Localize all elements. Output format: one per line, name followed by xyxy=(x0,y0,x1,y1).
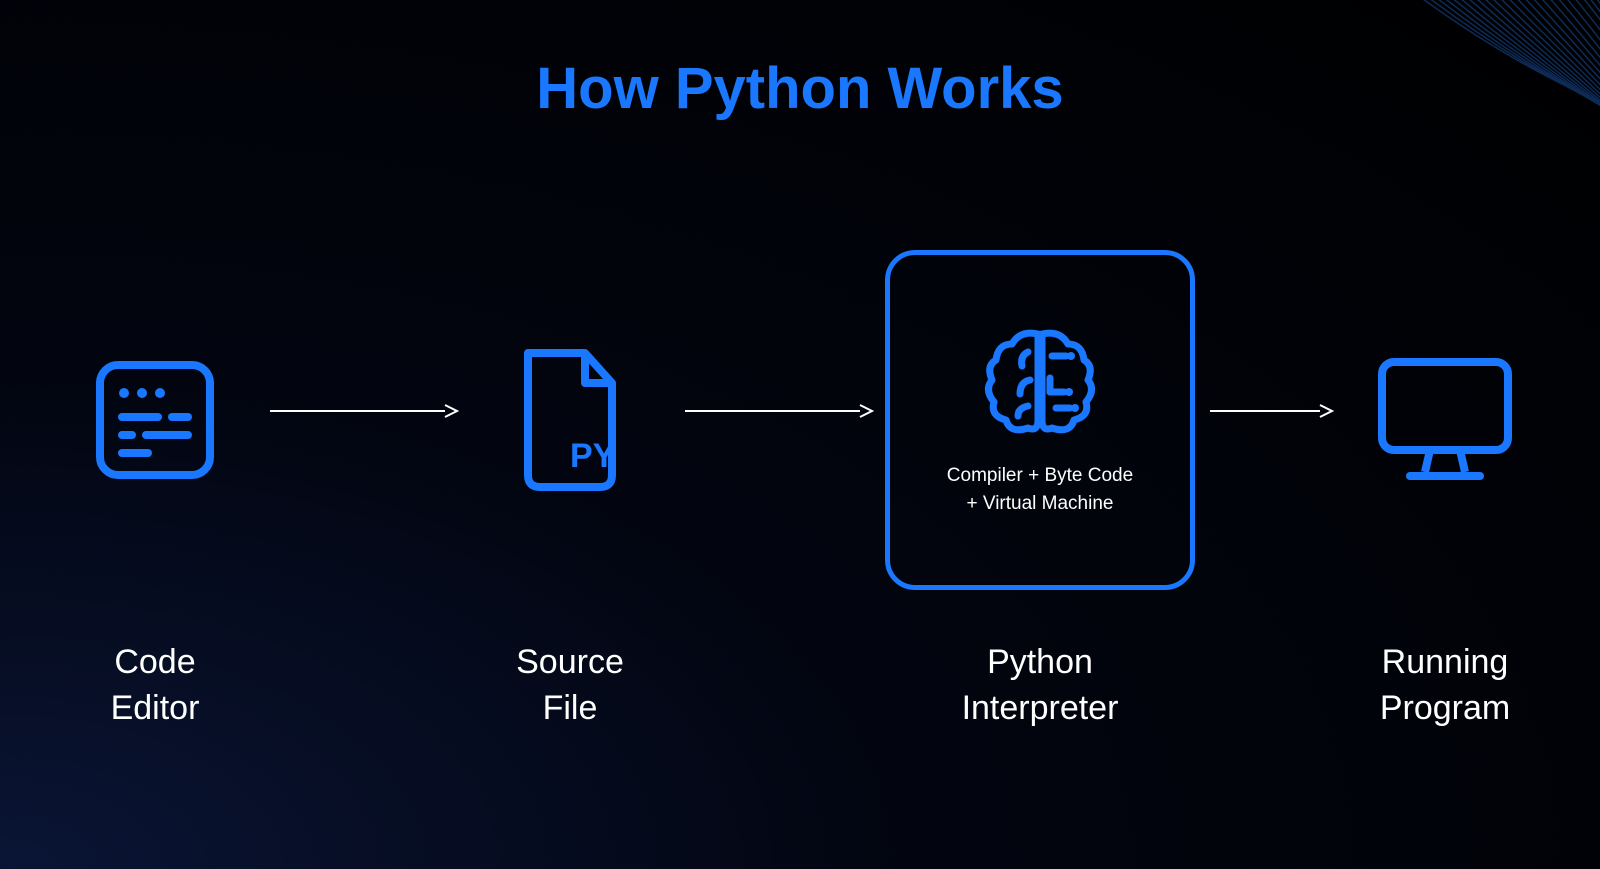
monitor-icon xyxy=(1370,350,1520,490)
editor-icon xyxy=(90,355,220,485)
diagram-title: How Python Works xyxy=(0,0,1600,122)
step-python-interpreter: Compiler + Byte Code + Virtual Machine P… xyxy=(875,250,1205,732)
step-label-python-interpreter: Python Interpreter xyxy=(962,640,1119,732)
step-label-source-file: Source File xyxy=(516,640,624,732)
step-code-editor: Code Editor xyxy=(45,250,265,732)
interpreter-subtext: Compiler + Byte Code + Virtual Machine xyxy=(947,462,1133,519)
file-py-icon: PY xyxy=(510,345,630,495)
step-running-program: Running Program xyxy=(1335,250,1555,732)
arrow-1 xyxy=(265,401,460,421)
step-label-running-program: Running Program xyxy=(1380,640,1510,732)
arrow-2 xyxy=(680,401,875,421)
brain-icon xyxy=(980,322,1100,442)
arrow-3 xyxy=(1205,401,1335,421)
file-badge-text: PY xyxy=(570,437,616,475)
step-label-code-editor: Code Editor xyxy=(111,640,200,732)
step-source-file: PY Source File xyxy=(460,250,680,732)
interpreter-box: Compiler + Byte Code + Virtual Machine xyxy=(885,250,1195,590)
flow-row: Code Editor PY Source File xyxy=(0,250,1600,732)
